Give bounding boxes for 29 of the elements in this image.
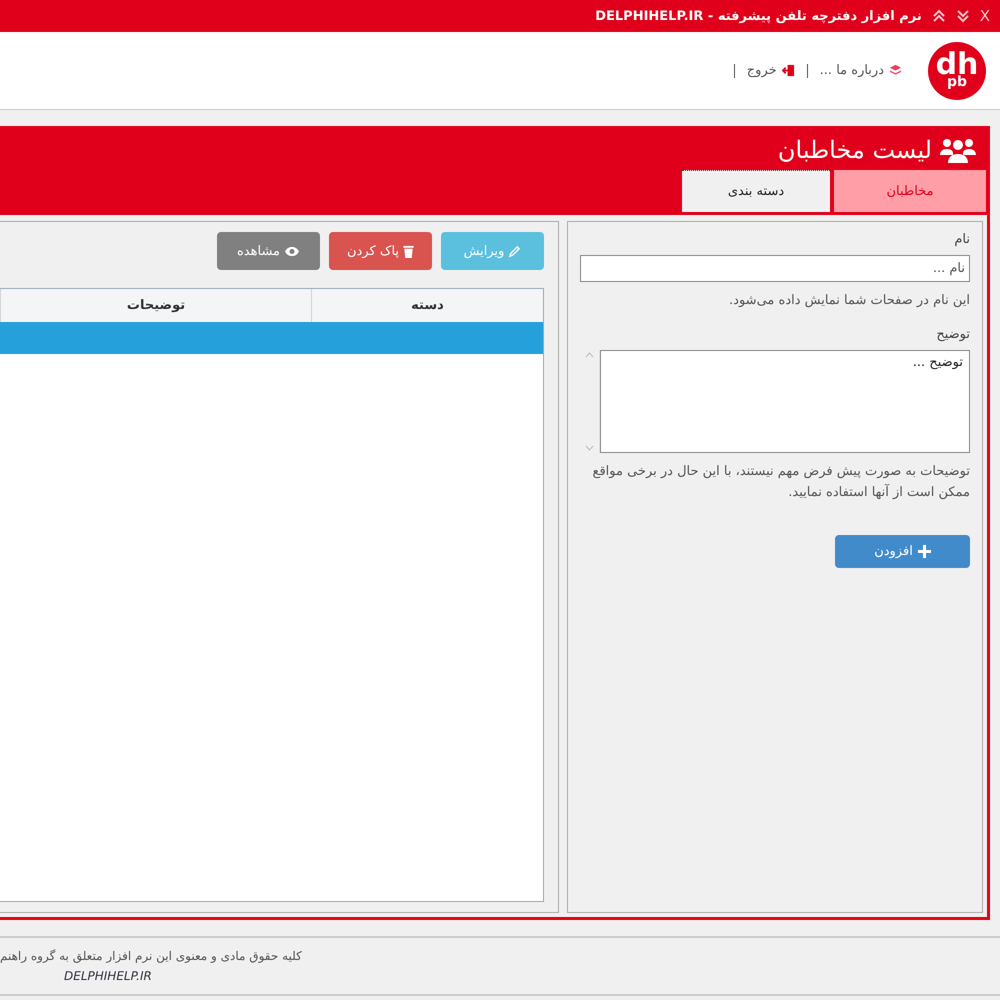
delete-button[interactable]: پاک کردن — [329, 232, 432, 270]
name-label: نام — [953, 232, 970, 247]
name-field[interactable]: نام ... — [580, 255, 970, 282]
users-icon — [940, 137, 976, 163]
name-hint: این نام در صفحات شما نمایش داده می‌شود. — [728, 292, 970, 310]
layers-icon — [889, 64, 902, 77]
window-title: نرم افزار دفترچه تلفن پیشرفته - DELPHIHELP.IR — [595, 8, 922, 24]
panel-title: لیست مخاطبان — [778, 136, 932, 164]
tab[interactable]: دسته بندی — [682, 170, 830, 212]
description-field[interactable]: توضیح ... — [600, 350, 970, 453]
description-hint: توضیحات به صورت پیش فرض مهم نیستند، با این حال در برخی مواقع ممکن است از آنها استفاده نمایید. — [592, 463, 970, 502]
logo: dh pb — [928, 42, 986, 100]
add-button[interactable]: افزودن — [835, 535, 970, 568]
pencil-icon — [508, 244, 522, 258]
trash-icon — [403, 244, 414, 258]
plus-icon — [918, 545, 931, 558]
view-button[interactable]: مشاهده — [217, 232, 320, 270]
eye-icon — [284, 246, 300, 256]
maximize-icon[interactable] — [932, 9, 946, 23]
copyright-text: کلیه حقوق مادی و معنوی این نرم افزار متعلق به گروه راهنم — [0, 949, 302, 963]
exit-icon — [782, 64, 795, 77]
scroll-down-icon[interactable] — [584, 445, 594, 451]
description-label: توضیح — [935, 327, 970, 342]
minimize-icon[interactable] — [956, 9, 970, 23]
header-link[interactable]: درباره ما ... — [806, 64, 914, 78]
scroll-up-icon[interactable] — [584, 352, 594, 358]
site-link[interactable]: DELPHIHELP.IR — [64, 969, 152, 983]
table-row[interactable] — [0, 322, 543, 354]
header-link[interactable]: خروج — [734, 64, 807, 78]
